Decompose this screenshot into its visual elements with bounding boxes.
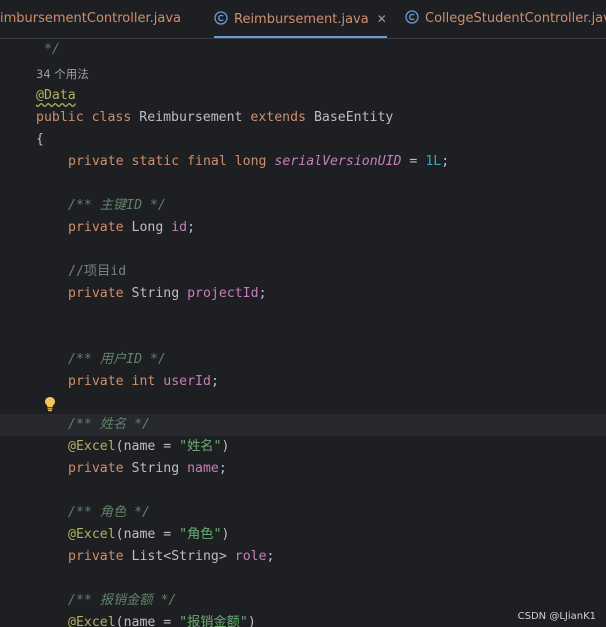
semicolon: ; [218,461,227,476]
annotation-args-close: ) [221,527,230,542]
doc-comment-user-id: /** 用户ID */ [68,352,166,367]
code-line: { [0,129,606,151]
comment-project-id: //项目id [68,264,127,279]
annotation-args-open: (name = [115,527,180,542]
code-line [0,393,606,415]
java-class-icon [214,11,228,25]
doc-comment-end: */ [36,42,60,57]
keyword-extends: extends [250,110,306,125]
semicolon: ; [266,549,275,564]
excel-annotation: @Excel [68,527,116,542]
semicolon: ; [258,286,267,301]
tab-label: CollegeStudentController.jav [425,11,606,26]
modifiers: private [68,286,132,301]
code-line: private List<String> role; [0,546,606,568]
code-line: private static final long serialVersionU… [0,151,606,173]
doc-comment-id: /** 主键ID */ [68,198,166,213]
field-name-role: role [234,549,267,564]
annotation-args-open: (name = [115,439,180,454]
tab-reimbursement-controller[interactable]: imbursementController.java [0,0,181,38]
class-name: Reimbursement [139,110,243,125]
java-class-icon [405,10,419,24]
keyword-class: class [91,110,132,125]
semicolon: ; [441,154,450,169]
tab-reimbursement[interactable]: Reimbursement.java ✕ [214,0,387,38]
keyword-public: public [36,110,84,125]
close-icon[interactable]: ✕ [377,0,387,38]
semicolon: ; [187,220,196,235]
field-name-id: id [171,220,188,235]
field-name-project-id: projectId [187,286,259,301]
open-brace: { [36,132,44,147]
tab-label: Reimbursement.java [234,12,369,27]
serial-value: 1L [425,154,442,169]
modifiers: private [68,374,132,389]
annotation-args-close: ) [247,615,256,627]
excel-annotation: @Excel [68,439,116,454]
code-line: /** 用户ID */ [0,349,606,371]
current-line: /** 姓名 */ [0,414,606,436]
code-line: private Long id; [0,217,606,239]
code-line: */ [0,39,606,61]
doc-comment-amount: /** 报销金额 */ [68,593,177,608]
code-line: @Excel(name = "角色") [0,524,606,546]
code-line: private int userId; [0,371,606,393]
watermark: CSDN @LJianK1 [517,611,596,622]
semicolon: ; [210,374,219,389]
field-type: Long [131,220,172,235]
base-class-name: BaseEntity [313,110,394,125]
editor-tab-bar: imbursementController.java Reimbursement… [0,0,606,39]
field-type: String [131,461,188,476]
doc-comment-name: /** 姓名 */ [68,417,150,432]
assign-operator: = [401,154,426,169]
code-line: /** 报销金额 */ [0,590,606,612]
field-name-name: name [187,461,219,476]
string-literal: "姓名" [179,439,222,454]
code-line: @Data [0,85,606,107]
lightbulb-icon[interactable] [43,396,57,412]
code-line: private String projectId; [0,283,606,305]
string-literal: "角色" [179,527,222,542]
code-line: public class Reimbursement extends BaseE… [0,107,606,129]
code-line: /** 主键ID */ [0,195,606,217]
usages-hint[interactable]: 34 个用法 [36,63,89,85]
code-line: @Excel(name = "报销金额") [0,612,606,627]
code-editor[interactable]: */ 34 个用法 @Data public class Reimburseme… [0,39,606,627]
code-line: /** 角色 */ [0,502,606,524]
code-line: //项目id [0,261,606,283]
annotation-args-open: (name = [115,615,180,627]
tab-label: imbursementController.java [0,11,182,26]
field-name-user-id: userId [163,374,211,389]
serial-version-uid: serialVersionUID [274,154,402,169]
modifiers: private [68,549,132,564]
usages-hint-line: 34 个用法 [0,63,606,85]
tab-college-student-controller[interactable]: CollegeStudentController.jav [405,0,606,38]
field-type: int [131,374,164,389]
field-type: List<String> [131,549,235,564]
annotation-args-close: ) [221,439,230,454]
data-annotation: @Data [36,88,76,103]
string-literal: "报销金额" [179,615,248,627]
code-line: private String name; [0,458,606,480]
doc-comment-role: /** 角色 */ [68,505,150,520]
excel-annotation: @Excel [68,615,116,627]
modifiers: private [68,461,132,476]
modifiers: private [68,220,132,235]
code-line: @Excel(name = "姓名") [0,436,606,458]
field-type: String [131,286,188,301]
modifiers: private static final long [68,154,275,169]
